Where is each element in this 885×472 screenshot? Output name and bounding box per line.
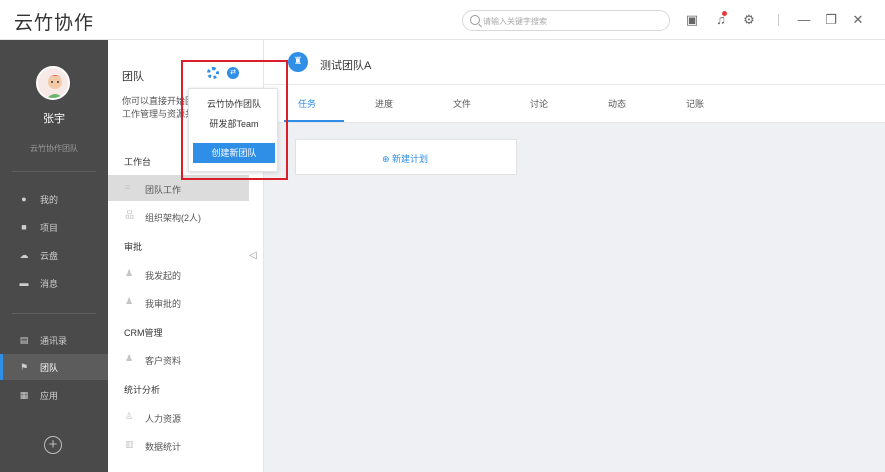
nav-item-messages[interactable]: ▬ 消息 — [0, 270, 108, 296]
tab-files[interactable]: 文件 — [453, 97, 471, 110]
org-chart-icon: 品 — [125, 210, 135, 220]
dropdown-team-item[interactable]: 研发部Team — [189, 117, 279, 130]
nav-item-contacts[interactable]: ▤ 通讯录 — [0, 327, 108, 353]
user-team-name: 云竹协作团队 — [30, 144, 78, 153]
sidebar-item-approved[interactable]: ♟ 我审批的 — [108, 289, 249, 315]
sidebar-item-customers[interactable]: ♟ 客户资料 — [108, 346, 249, 372]
person-icon: ● — [21, 194, 27, 204]
new-plan-button[interactable]: ⊕ 新建计划 — [382, 152, 428, 165]
contacts-icon: ▤ — [19, 335, 29, 345]
nav-item-team[interactable]: ⚑ 团队 — [0, 354, 108, 380]
section-workbench: 工作台 — [124, 157, 152, 167]
nav-divider — [12, 313, 96, 314]
sidebar-item-org[interactable]: 品 组织架构(2人) — [108, 203, 249, 229]
people-icon: ♙ — [125, 411, 134, 421]
sidebar-description: 你可以直接开始团 工作管理与资源共 — [122, 96, 192, 119]
nav-item-mine[interactable]: ● 我的 — [0, 186, 108, 212]
cloud-icon: ☁ — [19, 250, 29, 260]
person-icon: ♟ — [125, 296, 134, 306]
nav-divider — [12, 171, 96, 172]
tab-activity[interactable]: 动态 — [608, 97, 626, 110]
person-icon: ♟ — [125, 353, 134, 363]
section-crm: CRM管理 — [124, 328, 163, 338]
gear-icon[interactable]: ⚙ — [741, 12, 757, 28]
dropdown-team-item[interactable]: 云竹协作团队 — [189, 97, 279, 110]
team-settings-icon[interactable] — [207, 67, 219, 79]
search-input[interactable] — [483, 14, 663, 28]
team-header: ♜ 测试团队A — [264, 40, 885, 85]
nav-item-apps[interactable]: ▦ 应用 — [0, 382, 108, 408]
switch-team-icon[interactable]: ⇄ — [227, 67, 239, 79]
sidebar-title: 团队 — [122, 71, 144, 83]
flag-icon: ⚑ — [19, 362, 29, 372]
new-plan-card: ⊕ 新建计划 — [295, 139, 517, 175]
tab-progress[interactable]: 进度 — [375, 97, 393, 110]
search-icon — [470, 15, 480, 25]
user-name: 张宇 — [43, 113, 65, 125]
close-icon[interactable]: ✕ — [850, 12, 866, 28]
briefcase-icon[interactable]: ▣ — [684, 12, 700, 28]
add-icon[interactable]: + — [44, 436, 62, 454]
tab-bar: 任务 进度 文件 讨论 动态 记账 — [264, 85, 885, 123]
avatar[interactable] — [36, 66, 70, 100]
main-nav-sidebar: 张宇 云竹协作团队 ● 我的 ■ 项目 ☁ 云盘 ▬ 消息 ▤ 通讯录 ⚑ 团队… — [0, 40, 108, 472]
tab-tasks[interactable]: 任务 — [298, 97, 316, 110]
team-switch-dropdown: 云竹协作团队 研发部Team 创建新团队 — [188, 88, 278, 172]
section-approval: 审批 — [124, 242, 143, 252]
minimize-icon[interactable]: — — [796, 12, 812, 28]
sidebar-item-data-stats[interactable]: ▥ 数据统计 — [108, 432, 249, 458]
restore-icon[interactable]: ❐ — [823, 12, 839, 28]
sidebar-item-initiated[interactable]: ♟ 我发起的 — [108, 261, 249, 287]
main-content: ♜ 测试团队A 任务 进度 文件 讨论 动态 记账 ⊕ 新建计划 — [264, 40, 885, 472]
team-logo-icon: ♜ — [288, 52, 308, 72]
list-icon: ≡ — [125, 182, 131, 192]
apps-icon: ▦ — [19, 390, 29, 400]
search-box[interactable] — [462, 10, 670, 31]
tab-discussion[interactable]: 讨论 — [530, 97, 548, 110]
message-icon: ▬ — [19, 278, 29, 288]
collapse-sidebar-handle[interactable]: ◁ — [249, 248, 258, 264]
avatar-image — [38, 68, 68, 98]
tab-accounting[interactable]: 记账 — [686, 97, 704, 110]
nav-item-projects[interactable]: ■ 项目 — [0, 214, 108, 240]
app-title: 云竹协作 — [14, 12, 95, 34]
team-name: 测试团队A — [320, 60, 372, 72]
nav-item-cloud[interactable]: ☁ 云盘 — [0, 242, 108, 268]
notification-dot — [722, 11, 727, 16]
title-bar: 云竹协作 ▣ ♫ ⚙ — ❐ ✕ — [0, 0, 885, 40]
bar-chart-icon: ▥ — [125, 439, 134, 449]
sidebar-item-team-work[interactable]: ≡ 团队工作 — [108, 175, 249, 201]
project-icon: ■ — [21, 222, 27, 232]
person-icon: ♟ — [125, 268, 134, 278]
toolbar-divider — [778, 14, 779, 26]
sidebar-item-hr[interactable]: ♙ 人力资源 — [108, 404, 249, 430]
create-team-button[interactable]: 创建新团队 — [193, 143, 275, 163]
section-stats: 统计分析 — [124, 385, 161, 395]
active-tab-indicator — [284, 120, 344, 122]
